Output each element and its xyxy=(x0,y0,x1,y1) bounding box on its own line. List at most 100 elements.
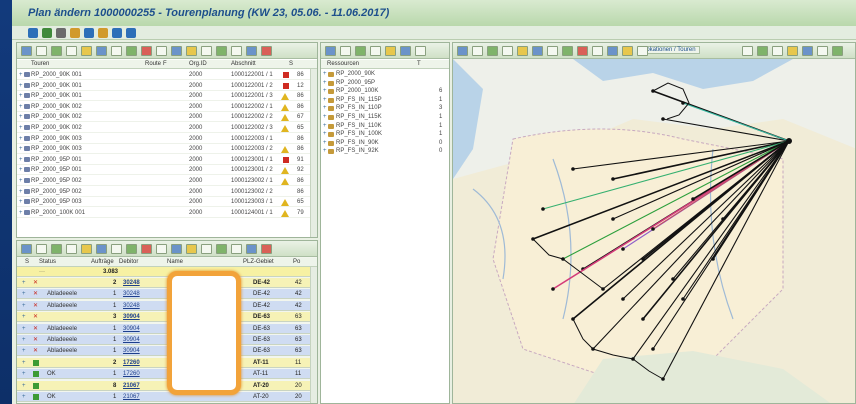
column-header[interactable]: S xyxy=(289,61,293,67)
toolbar-button[interactable] xyxy=(385,46,396,56)
column-header[interactable]: Po xyxy=(293,259,300,265)
folder-icon[interactable] xyxy=(98,28,108,38)
expand-icon[interactable]: + xyxy=(19,83,23,89)
toolbar-button[interactable] xyxy=(216,244,227,254)
toolbar-button[interactable] xyxy=(415,46,426,56)
expand-icon[interactable]: + xyxy=(19,199,23,205)
stop-marker[interactable] xyxy=(691,197,695,201)
table-row[interactable]: + RP_2000_95P 001 2000 1000123001 / 2 92 xyxy=(17,165,317,176)
toolbar-button[interactable] xyxy=(81,244,92,254)
expand-icon[interactable]: + xyxy=(19,125,23,131)
toolbar-button[interactable] xyxy=(742,46,753,56)
toolbar-button[interactable] xyxy=(517,46,528,56)
table-row[interactable]: + RP_2000_95P 003 2000 1000123003 / 1 65 xyxy=(17,197,317,208)
toolbar-button[interactable] xyxy=(186,244,197,254)
debitor-id[interactable]: 30248 xyxy=(123,280,140,286)
expand-icon[interactable]: + xyxy=(323,114,327,120)
expand-icon[interactable]: + xyxy=(22,280,26,286)
order-row[interactable]: +2 17260 AT-11 11 xyxy=(17,357,313,368)
expand-icon[interactable]: + xyxy=(19,93,23,99)
table-row[interactable]: + RP_2000_90K 001 2000 1000122001 / 3 86 xyxy=(17,91,317,102)
toolbar-button[interactable] xyxy=(622,46,633,56)
toolbar-button[interactable] xyxy=(126,46,137,56)
column-header[interactable]: Name xyxy=(167,259,183,265)
toolbar-button[interactable] xyxy=(201,46,212,56)
toolbar-button[interactable] xyxy=(126,244,137,254)
expand-icon[interactable]: + xyxy=(22,394,26,400)
print-icon[interactable] xyxy=(112,28,122,38)
toolbar-button[interactable] xyxy=(231,46,242,56)
order-row[interactable]: + ✕ Abladeeele 1 30904 DE-63 63 xyxy=(17,323,313,334)
refresh-icon[interactable] xyxy=(42,28,52,38)
stop-marker[interactable] xyxy=(681,101,685,105)
toolbar-button[interactable] xyxy=(21,46,32,56)
table-row[interactable]: + RP_2000_100K 001 2000 1000124001 / 1 79 xyxy=(17,208,317,218)
column-header[interactable]: F xyxy=(163,61,167,67)
expand-icon[interactable]: + xyxy=(22,314,26,320)
expand-icon[interactable]: + xyxy=(19,136,23,142)
order-row[interactable]: + ✕ Abladeeele 1 30248 DE-42 42 xyxy=(17,300,313,311)
expand-icon[interactable]: + xyxy=(22,360,26,366)
toolbar-button[interactable] xyxy=(171,46,182,56)
debitor-id[interactable]: 30248 xyxy=(123,291,140,297)
toolbar-button[interactable] xyxy=(592,46,603,56)
toolbar-button[interactable] xyxy=(261,46,272,56)
debitor-id[interactable]: 21067 xyxy=(123,383,140,389)
toolbar-button[interactable] xyxy=(171,244,182,254)
expand-icon[interactable]: + xyxy=(19,189,23,195)
toolbar-button[interactable] xyxy=(772,46,783,56)
toolbar-button[interactable] xyxy=(547,46,558,56)
table-row[interactable]: + RP_2000_90K 002 2000 1000122002 / 2 67 xyxy=(17,112,317,123)
stop-marker[interactable] xyxy=(621,247,625,251)
column-header[interactable]: Debitor xyxy=(119,259,138,265)
expand-icon[interactable]: + xyxy=(22,383,26,389)
expand-icon[interactable]: + xyxy=(19,210,23,216)
settings-icon[interactable] xyxy=(56,28,66,38)
debitor-id[interactable]: 21067 xyxy=(123,394,140,400)
order-row[interactable]: + ✕ Abladeeele 1 30904 DE-63 63 xyxy=(17,335,313,345)
order-row[interactable]: + ✕ 2 30248 DE-42 42 xyxy=(17,278,313,288)
debitor-id[interactable]: 30904 xyxy=(123,326,140,332)
toolbar-button[interactable] xyxy=(21,244,32,254)
table-row[interactable]: + RP_2000_90K 002 2000 1000122002 / 3 65 xyxy=(17,123,317,133)
order-row[interactable]: + ✕ Abladeeele 1 30904 DE-63 63 xyxy=(17,346,313,357)
expand-icon[interactable]: + xyxy=(19,178,23,184)
column-header[interactable]: Touren xyxy=(31,61,49,67)
order-row[interactable]: + ✕ 3 30904 DE-63 63 xyxy=(17,312,313,323)
toolbar-button[interactable] xyxy=(757,46,768,56)
calendar-icon[interactable] xyxy=(70,28,80,38)
orders-scrollbar[interactable] xyxy=(310,267,317,403)
toolbar-button[interactable] xyxy=(96,244,107,254)
toolbar-button[interactable] xyxy=(156,244,167,254)
column-header[interactable]: Aufträge xyxy=(91,259,114,265)
expand-icon[interactable]: + xyxy=(22,326,26,332)
table-row[interactable]: + RP_2000_90K 003 2000 1000122003 / 2 86 xyxy=(17,144,317,155)
toolbar-button[interactable] xyxy=(156,46,167,56)
table-row[interactable]: + RP_2000_90K 001 2000 1000122001 / 1 86 xyxy=(17,70,317,80)
table-row[interactable]: + RP_2000_95P 002 2000 1000123002 / 2 86 xyxy=(17,187,317,197)
debitor-id[interactable]: 17260 xyxy=(123,360,140,366)
stop-marker[interactable] xyxy=(671,277,675,281)
toolbar-button[interactable] xyxy=(111,244,122,254)
stop-marker[interactable] xyxy=(571,167,575,171)
order-row[interactable]: +8 21067 AT-20 20 xyxy=(17,380,313,391)
toolbar-button[interactable] xyxy=(637,46,648,56)
toolbar-button[interactable] xyxy=(355,46,366,56)
debitor-id[interactable]: 30248 xyxy=(123,303,140,309)
debitor-id[interactable]: 30904 xyxy=(123,348,140,354)
exit-icon[interactable] xyxy=(126,28,136,38)
expand-icon[interactable]: + xyxy=(323,123,327,129)
table-row[interactable]: + RP_2000_90K 001 2000 1000122001 / 2 12 xyxy=(17,81,317,91)
toolbar-button[interactable] xyxy=(325,46,336,56)
toolbar-button[interactable] xyxy=(246,244,257,254)
toolbar-button[interactable] xyxy=(457,46,468,56)
toolbar-button[interactable] xyxy=(66,244,77,254)
toolbar-button[interactable] xyxy=(817,46,828,56)
toolbar-button[interactable] xyxy=(51,46,62,56)
stop-marker[interactable] xyxy=(541,207,545,211)
truck-icon[interactable] xyxy=(84,28,94,38)
toolbar-button[interactable] xyxy=(246,46,257,56)
resource-row[interactable]: + RP_FS_IN_92K 0 xyxy=(321,147,449,156)
toolbar-button[interactable] xyxy=(802,46,813,56)
toolbar-button[interactable] xyxy=(111,46,122,56)
